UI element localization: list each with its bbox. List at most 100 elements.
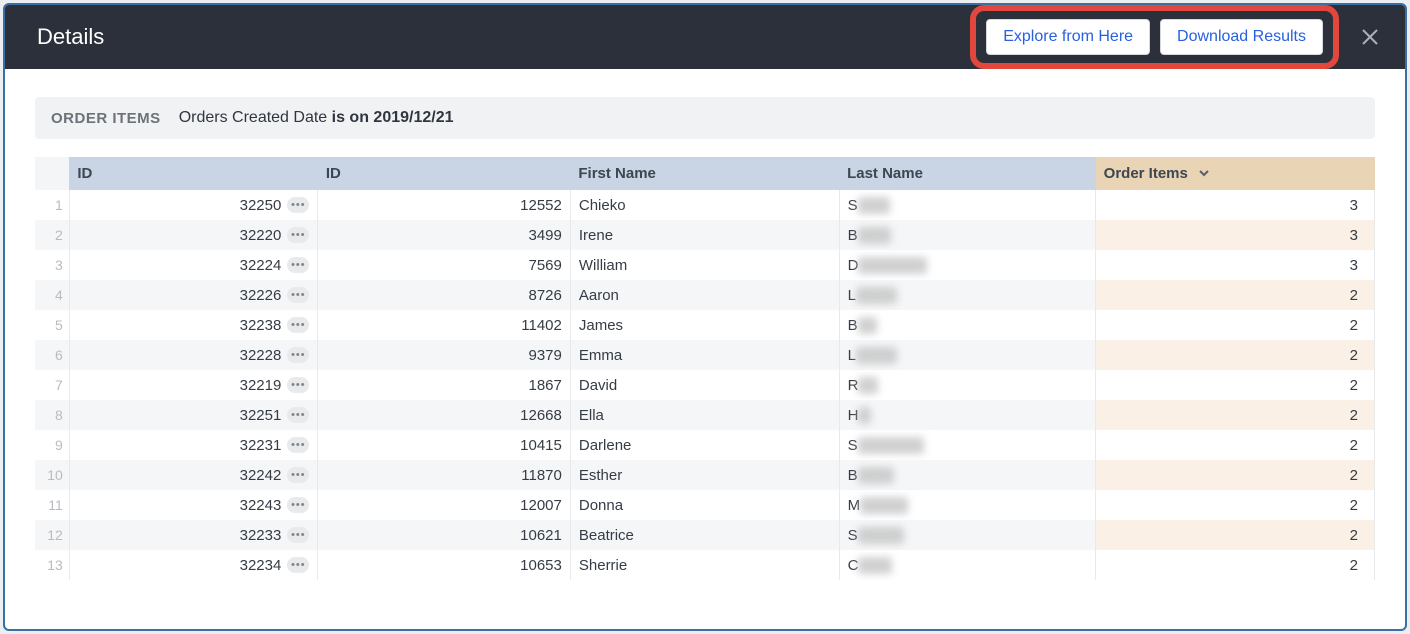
row-number-header <box>35 157 69 190</box>
cell-last-name: Ball <box>839 310 1096 340</box>
row-actions-button[interactable]: ••• <box>287 377 309 393</box>
cell-order-items: 3 <box>1096 220 1375 250</box>
cell-first-name: Emma <box>570 340 839 370</box>
cell-last-name: Dominguez <box>839 250 1096 280</box>
column-header-first-name[interactable]: First Name <box>570 157 839 190</box>
row-actions-button[interactable]: ••• <box>287 497 309 513</box>
table-row[interactable]: 1332234•••10653SherrieCarey2 <box>35 550 1375 580</box>
cell-id2: 11402 <box>318 310 571 340</box>
cell-first-name: Beatrice <box>570 520 839 550</box>
modal-content: ORDER ITEMS Orders Created Date is on 20… <box>5 69 1405 629</box>
id1-value: 32243 <box>240 497 282 514</box>
cell-id1: 32234 ••• <box>69 550 318 580</box>
row-number: 1 <box>35 190 69 220</box>
row-actions-button[interactable]: ••• <box>287 527 309 543</box>
modal-header: Details Explore from Here Download Resul… <box>5 5 1405 69</box>
modal-title: Details <box>37 24 104 50</box>
column-header-order-items[interactable]: Order Items <box>1096 157 1375 190</box>
last-name-initial: C <box>848 557 859 574</box>
row-actions-button[interactable]: ••• <box>287 287 309 303</box>
cell-first-name: Ella <box>570 400 839 430</box>
cell-first-name: Aaron <box>570 280 839 310</box>
column-header-id2[interactable]: ID <box>318 157 571 190</box>
row-number: 9 <box>35 430 69 460</box>
row-actions-button[interactable]: ••• <box>287 197 309 213</box>
row-actions-button[interactable]: ••• <box>287 227 309 243</box>
header-button-group: Explore from Here Download Results <box>970 5 1339 69</box>
cell-order-items: 3 <box>1096 250 1375 280</box>
row-number: 8 <box>35 400 69 430</box>
row-actions-button[interactable]: ••• <box>287 317 309 333</box>
column-header-order-items-label: Order Items <box>1104 165 1188 182</box>
table-row[interactable]: 432226•••8726AaronLubold2 <box>35 280 1375 310</box>
cell-order-items: 2 <box>1096 430 1375 460</box>
id1-value: 32242 <box>240 467 282 484</box>
cell-order-items: 2 <box>1096 400 1375 430</box>
cell-first-name: Donna <box>570 490 839 520</box>
table-row[interactable]: 632228•••9379EmmaLarson2 <box>35 340 1375 370</box>
last-name-redacted: arson <box>856 347 898 364</box>
filter-field: Orders Created Date <box>179 109 332 126</box>
row-number: 7 <box>35 370 69 400</box>
cell-first-name: Irene <box>570 220 839 250</box>
last-name-initial: B <box>848 227 858 244</box>
row-actions-button[interactable]: ••• <box>287 557 309 573</box>
cell-id2: 10415 <box>318 430 571 460</box>
last-name-redacted: u <box>858 407 870 424</box>
id1-value: 32234 <box>240 557 282 574</box>
close-button[interactable] <box>1357 24 1383 50</box>
cell-id1: 32231••• <box>69 430 318 460</box>
cell-id1: 32233••• <box>69 520 318 550</box>
row-actions-button[interactable]: ••• <box>287 347 309 363</box>
cell-id1: 32220 ••• <box>69 220 318 250</box>
last-name-initial: S <box>848 437 858 454</box>
cell-last-name: Hu <box>839 400 1096 430</box>
table-row[interactable]: 1232233•••10621BeatriceSullivan2 <box>35 520 1375 550</box>
cell-last-name: Carey <box>839 550 1096 580</box>
filter-condition: is on 2019/12/21 <box>332 109 454 126</box>
row-actions-button[interactable]: ••• <box>287 407 309 423</box>
cell-first-name: Chieko <box>570 190 839 220</box>
row-actions-button[interactable]: ••• <box>287 257 309 273</box>
cell-first-name: Sherrie <box>570 550 839 580</box>
table-row[interactable]: 332224•••7569WilliamDominguez3 <box>35 250 1375 280</box>
cell-first-name: William <box>570 250 839 280</box>
column-header-last-name[interactable]: Last Name <box>839 157 1096 190</box>
row-actions-button[interactable]: ••• <box>287 437 309 453</box>
id1-value: 32220 <box>240 227 282 244</box>
table-row[interactable]: 1132243•••12007DonnaMcdanie2 <box>35 490 1375 520</box>
cell-id2: 3499 <box>318 220 571 250</box>
table-row[interactable]: 832251•••12668EllaHu2 <box>35 400 1375 430</box>
cell-last-name: Larson <box>839 340 1096 370</box>
cell-first-name: James <box>570 310 839 340</box>
table-row[interactable]: 532238•••11402JamesBall2 <box>35 310 1375 340</box>
table-header-row: ID ID First Name Last Name Order Items <box>35 157 1375 190</box>
last-name-initial: R <box>848 377 859 394</box>
id1-value: 32224 <box>240 257 282 274</box>
table-row[interactable]: 132250•••12552ChiekoSmith3 <box>35 190 1375 220</box>
cell-id1: 32219••• <box>69 370 318 400</box>
row-number: 11 <box>35 490 69 520</box>
id1-value: 32228 <box>240 347 282 364</box>
column-header-id1[interactable]: ID <box>69 157 318 190</box>
table-row[interactable]: 232220•••3499IreneBaker3 <box>35 220 1375 250</box>
table-row[interactable]: 932231•••10415DarleneSanderson2 <box>35 430 1375 460</box>
id1-value: 32250 <box>240 197 282 214</box>
row-actions-button[interactable]: ••• <box>287 467 309 483</box>
table-row[interactable]: 732219•••1867DavidRay2 <box>35 370 1375 400</box>
table-row[interactable]: 1032242•••11870EstherBrown2 <box>35 460 1375 490</box>
cell-last-name: Lubold <box>839 280 1096 310</box>
close-icon <box>1360 27 1380 47</box>
explore-from-here-button[interactable]: Explore from Here <box>986 19 1150 55</box>
last-name-initial: S <box>848 527 858 544</box>
cell-id2: 7569 <box>318 250 571 280</box>
cell-last-name: Mcdanie <box>839 490 1096 520</box>
cell-id1: 32250 ••• <box>69 190 318 220</box>
id1-value: 32226 <box>240 287 282 304</box>
id1-value: 32238 <box>240 317 282 334</box>
download-results-button[interactable]: Download Results <box>1160 19 1323 55</box>
results-table: ID ID First Name Last Name Order Items 1… <box>35 157 1375 580</box>
last-name-initial: L <box>848 347 856 364</box>
last-name-initial: D <box>848 257 859 274</box>
row-number: 2 <box>35 220 69 250</box>
